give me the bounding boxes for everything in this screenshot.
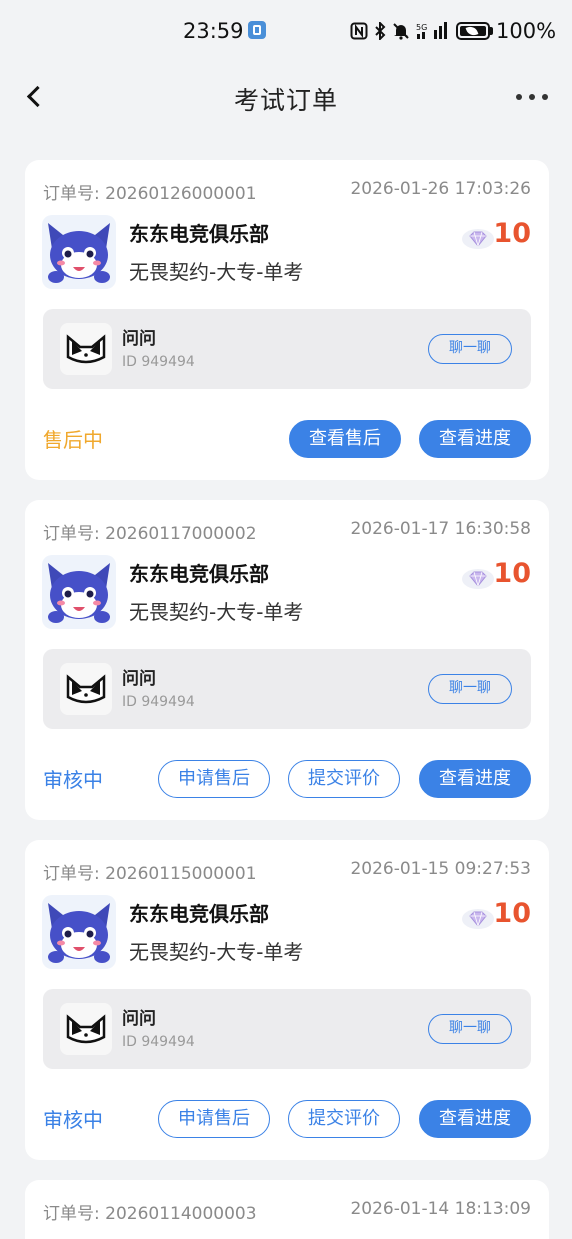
club-name: 东东电竞俱乐部 xyxy=(129,902,269,926)
order-number: 订单号: 20260115000001 xyxy=(43,864,257,884)
chat-button[interactable]: 聊一聊 xyxy=(428,674,512,704)
user-name: 问问 xyxy=(122,329,156,349)
user-id: ID 949494 xyxy=(122,1034,195,1050)
view-progress-button[interactable]: 查看进度 xyxy=(419,760,531,798)
user-name: 问问 xyxy=(122,1009,156,1029)
price: 10 xyxy=(493,558,531,589)
cat-face-icon xyxy=(66,1014,106,1044)
chat-button[interactable]: 聊一聊 xyxy=(428,334,512,364)
user-avatar[interactable] xyxy=(60,323,112,375)
apply-after-sale-button[interactable]: 申请售后 xyxy=(158,1100,270,1138)
order-status: 审核中 xyxy=(43,768,103,792)
status-bar: 23:59 5G 100% xyxy=(0,0,572,64)
order-card: 订单号: 20260115000001 2026-01-15 09:27:53 … xyxy=(25,840,549,1160)
view-progress-button[interactable]: 查看进度 xyxy=(419,420,531,458)
user-id: ID 949494 xyxy=(122,694,195,710)
view-progress-button[interactable]: 查看进度 xyxy=(419,1100,531,1138)
bluetooth-icon xyxy=(375,22,386,40)
chat-button[interactable]: 聊一聊 xyxy=(428,1014,512,1044)
more-icon[interactable] xyxy=(516,94,548,102)
cat-face-icon xyxy=(66,674,106,704)
user-panel: 问问 ID 949494 聊一聊 xyxy=(43,989,531,1069)
order-card: 订单号: 20260114000003 2026-01-14 18:13:09 xyxy=(25,1180,549,1239)
order-card: 订单号: 20260117000002 2026-01-17 16:30:58 … xyxy=(25,500,549,820)
order-time: 2026-01-26 17:03:26 xyxy=(350,179,531,199)
product-name: 无畏契约-大专-单考 xyxy=(129,260,304,284)
order-number: 订单号: 20260117000002 xyxy=(43,524,257,544)
battery-tip xyxy=(490,27,493,35)
user-panel: 问问 ID 949494 聊一聊 xyxy=(43,649,531,729)
signal-5g-icon: 5G xyxy=(416,22,447,39)
nav-bar: 考试订单 xyxy=(0,64,572,136)
product-name: 无畏契约-大专-单考 xyxy=(129,600,304,624)
mute-icon xyxy=(393,23,409,40)
diamond-icon xyxy=(462,229,494,249)
apply-after-sale-button[interactable]: 申请售后 xyxy=(158,760,270,798)
user-id: ID 949494 xyxy=(122,354,195,370)
diamond-icon xyxy=(462,909,494,929)
submit-review-button[interactable]: 提交评价 xyxy=(288,760,400,798)
cat-face-icon xyxy=(66,334,106,364)
order-time: 2026-01-15 09:27:53 xyxy=(350,859,531,879)
user-name: 问问 xyxy=(122,669,156,689)
battery-percent: 100% xyxy=(496,19,557,43)
product-name: 无畏契约-大专-单考 xyxy=(129,940,304,964)
user-avatar[interactable] xyxy=(60,663,112,715)
cat-mascot-icon xyxy=(48,903,110,963)
order-number: 订单号: 20260114000003 xyxy=(43,1204,257,1224)
user-panel: 问问 ID 949494 聊一聊 xyxy=(43,309,531,389)
battery-icon xyxy=(456,22,490,40)
price: 10 xyxy=(493,218,531,249)
order-time: 2026-01-17 16:30:58 xyxy=(350,519,531,539)
cat-mascot-icon xyxy=(48,563,110,623)
nfc-icon xyxy=(350,22,368,40)
user-avatar[interactable] xyxy=(60,1003,112,1055)
club-avatar[interactable] xyxy=(42,895,116,969)
club-avatar[interactable] xyxy=(42,215,116,289)
price: 10 xyxy=(493,898,531,929)
svg-text:5G: 5G xyxy=(416,23,427,32)
view-after-sale-button[interactable]: 查看售后 xyxy=(289,420,401,458)
cat-mascot-icon xyxy=(48,223,110,283)
order-card: 订单号: 20260126000001 2026-01-26 17:03:26 … xyxy=(25,160,549,480)
club-name: 东东电竞俱乐部 xyxy=(129,222,269,246)
diamond-icon xyxy=(462,569,494,589)
page-title: 考试订单 xyxy=(233,86,338,115)
status-time: 23:59 xyxy=(183,19,244,43)
order-time: 2026-01-14 18:13:09 xyxy=(350,1199,531,1219)
order-number: 订单号: 20260126000001 xyxy=(43,184,257,204)
club-name: 东东电竞俱乐部 xyxy=(129,562,269,586)
app-notification-icon xyxy=(248,21,266,39)
order-status: 售后中 xyxy=(43,428,103,452)
club-avatar[interactable] xyxy=(42,555,116,629)
submit-review-button[interactable]: 提交评价 xyxy=(288,1100,400,1138)
order-status: 审核中 xyxy=(43,1108,103,1132)
status-icons: 5G xyxy=(350,21,450,41)
